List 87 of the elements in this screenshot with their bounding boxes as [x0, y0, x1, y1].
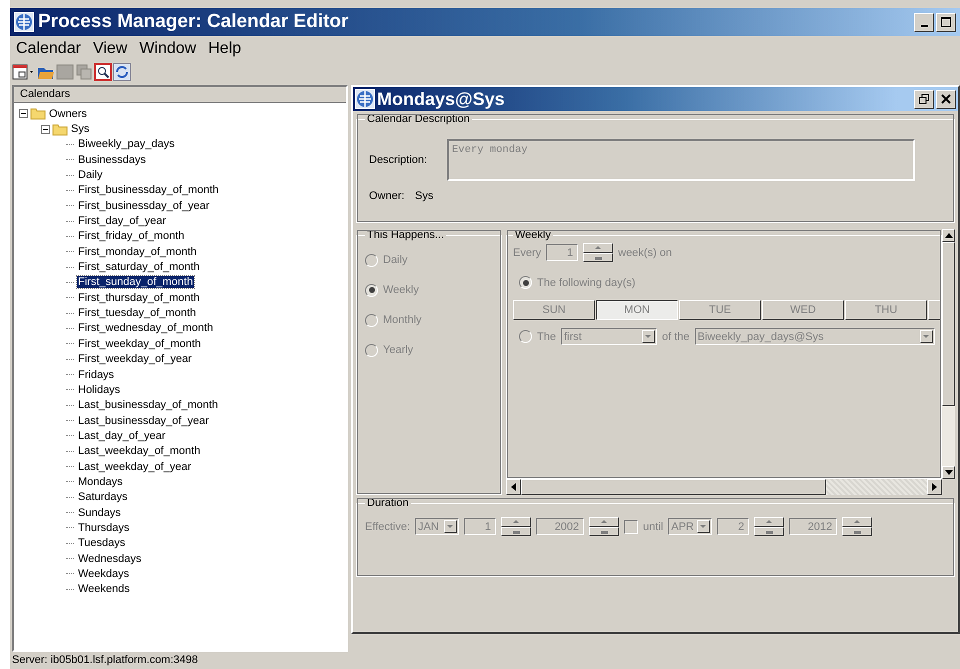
tree-item[interactable]: Saturdays — [77, 491, 129, 504]
radio-button[interactable] — [365, 284, 378, 296]
group-title: Calendar Description — [366, 113, 471, 125]
menu-item[interactable]: Calendar — [16, 40, 81, 58]
radio-button[interactable] — [519, 276, 532, 289]
effective-label: Effective: — [365, 520, 410, 532]
refresh-icon[interactable] — [113, 63, 131, 81]
tree-item[interactable]: Weekends — [77, 583, 131, 596]
maximize-button[interactable] — [936, 12, 956, 32]
minimize-icon — [920, 24, 928, 26]
close-button[interactable] — [936, 90, 956, 108]
right-arrow-icon[interactable] — [932, 483, 937, 491]
vertical-scrollbar[interactable] — [942, 229, 955, 479]
group-title: Weekly — [514, 230, 552, 241]
tree-item[interactable]: Sundays — [77, 506, 122, 519]
tree-item[interactable]: Last_weekday_of_month — [77, 445, 202, 458]
tree-item[interactable]: Holidays — [77, 384, 122, 396]
spinner-icon[interactable] — [589, 517, 620, 536]
preview-icon[interactable] — [94, 63, 112, 81]
maximize-icon — [940, 16, 952, 28]
spinner-icon[interactable] — [842, 517, 872, 536]
spinner-icon[interactable] — [754, 517, 784, 536]
tree-item[interactable]: First_sunday_of_month — [77, 276, 194, 288]
app-globe-icon — [14, 12, 34, 32]
tree-item[interactable]: First_monday_of_month — [77, 246, 198, 258]
tree-item[interactable]: First_saturday_of_month — [77, 261, 201, 274]
tree-item[interactable]: Last_weekday_of_year — [77, 460, 192, 473]
spinner-icon[interactable] — [583, 243, 614, 262]
new-calendar-icon[interactable] — [12, 63, 36, 81]
collapse-toggle[interactable] — [41, 124, 50, 134]
tree-item[interactable]: First_businessday_of_month — [77, 184, 220, 196]
tree-item[interactable]: First_tuesday_of_month — [77, 307, 198, 320]
scrollbar-thumb[interactable] — [521, 479, 826, 495]
app-globe-icon — [355, 89, 375, 109]
collapse-toggle[interactable] — [19, 109, 28, 118]
tree-item[interactable]: First_thursday_of_month — [77, 292, 201, 304]
of-the-label: of the — [662, 330, 690, 342]
folder-icon — [30, 107, 46, 120]
panel-header: Calendars — [14, 87, 346, 103]
tree-item[interactable]: Businessdays — [77, 154, 147, 166]
window-title: Process Manager: Calendar Editor — [38, 11, 348, 33]
tree-item[interactable]: First_friday_of_month — [77, 230, 186, 242]
owner-label: Owner: — [369, 190, 405, 202]
weeks-label: week(s) on — [618, 246, 672, 258]
server-status-text: Server: ib05b01.lsf.platform.com:3498 — [11, 653, 199, 668]
tree-item[interactable]: Wednesdays — [77, 552, 142, 565]
tree-item[interactable]: Last_businessday_of_year — [77, 414, 210, 427]
menu-item[interactable]: View — [92, 40, 128, 58]
description-label: Description: — [368, 154, 428, 166]
spinner-icon[interactable] — [501, 517, 532, 536]
tree-item[interactable]: Last_day_of_year — [77, 430, 166, 442]
restore-button[interactable] — [914, 90, 934, 108]
tree-item[interactable]: Last_businessday_of_month — [77, 399, 220, 412]
tree-item[interactable]: Biweekly_pay_days — [77, 138, 176, 150]
until-checkbox[interactable] — [624, 520, 638, 534]
restore-icon — [918, 93, 930, 105]
tree-item[interactable]: Weekdays — [77, 568, 130, 580]
down-arrow-icon[interactable] — [944, 470, 952, 475]
horizontal-scrollbar[interactable] — [506, 479, 942, 495]
tree-item[interactable]: Daily — [77, 169, 104, 182]
tree-item[interactable]: Owners — [48, 108, 88, 120]
tree-item[interactable]: First_day_of_year — [77, 215, 168, 228]
tree-item[interactable]: First_wednesday_of_month — [77, 322, 214, 334]
left-arrow-icon[interactable] — [511, 483, 516, 491]
radio-button[interactable] — [365, 314, 378, 326]
tree-item[interactable]: Tuesdays — [77, 537, 126, 550]
tree-item[interactable]: First_businessday_of_year — [77, 200, 210, 212]
radio-button[interactable] — [519, 330, 532, 343]
scrollbar-thumb[interactable] — [942, 242, 955, 406]
tree-item[interactable]: First_weekday_of_year — [77, 353, 193, 366]
every-label: Every — [513, 246, 542, 258]
tree-item[interactable]: Mondays — [77, 476, 124, 488]
minimize-button[interactable] — [914, 12, 934, 32]
owner-value: Sys — [415, 190, 434, 202]
menu-item[interactable]: Help — [208, 40, 242, 58]
close-icon — [940, 93, 952, 105]
tree-item[interactable]: Thursdays — [77, 522, 130, 534]
tree-item[interactable]: First_weekday_of_month — [77, 338, 202, 350]
tree-item[interactable]: Fridays — [77, 368, 116, 381]
tree-item[interactable]: Sys — [70, 123, 90, 136]
editor-title: Mondays@Sys — [377, 88, 505, 110]
up-arrow-icon[interactable] — [944, 233, 952, 238]
radio-button[interactable] — [365, 344, 378, 356]
radio-button[interactable] — [365, 254, 378, 266]
menu-item[interactable]: Window — [139, 40, 196, 58]
group-title: Duration — [366, 497, 410, 509]
folder-icon — [52, 122, 68, 136]
